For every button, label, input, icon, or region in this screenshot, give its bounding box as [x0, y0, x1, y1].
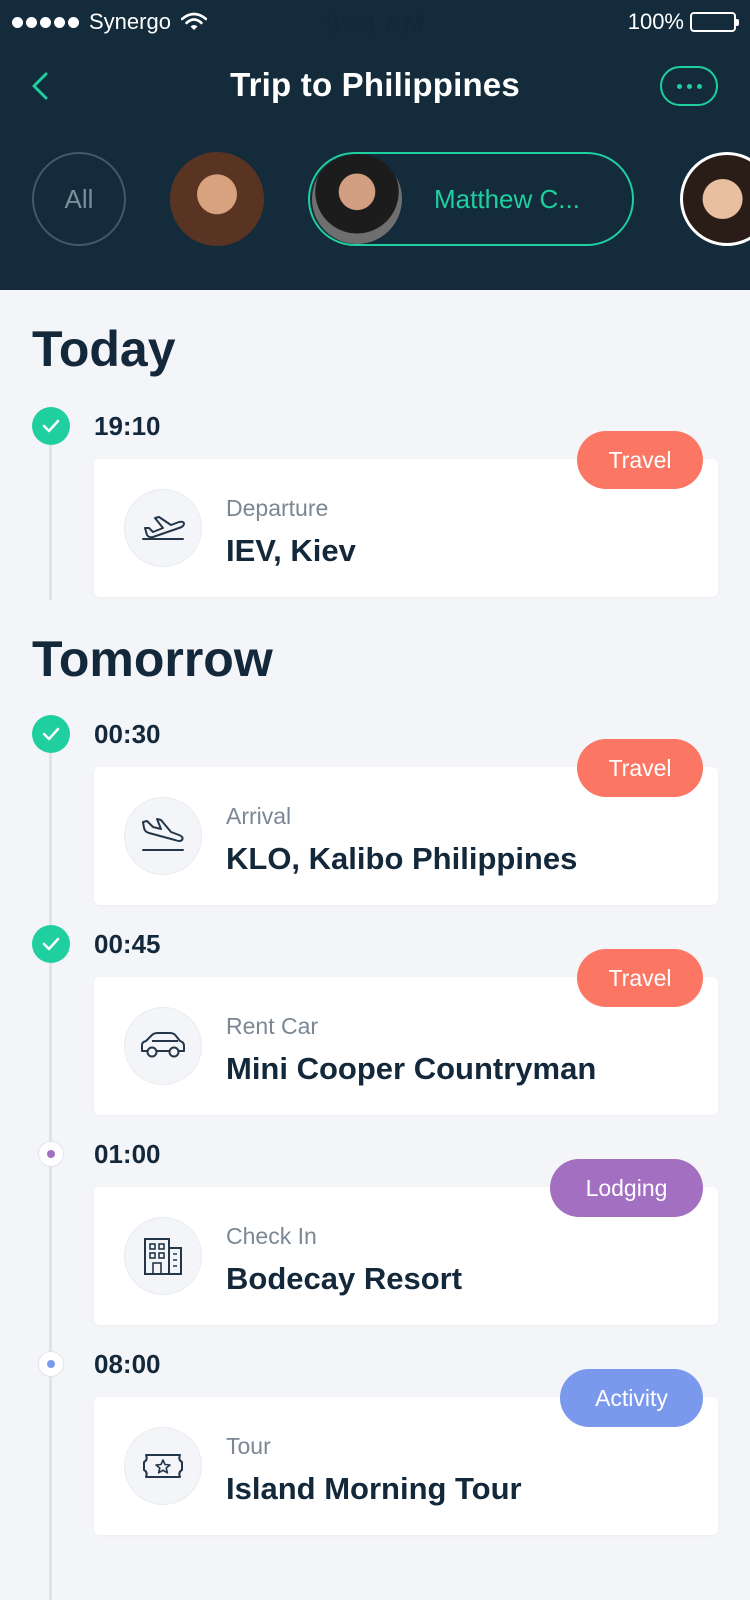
selected-person-name: Matthew C... — [434, 184, 580, 214]
section-title-tomorrow: Tomorrow — [32, 631, 273, 687]
event-label: Rent Car — [226, 1013, 319, 1039]
plane-arrival-icon — [124, 797, 202, 875]
event-title: Bodecay Resort — [226, 1261, 463, 1296]
event-label: Arrival — [226, 803, 292, 829]
event-title: KLO, Kalibo Philippines — [226, 841, 578, 876]
car-icon — [124, 1007, 202, 1085]
event-title: IEV, Kiev — [226, 533, 356, 568]
avatar — [312, 154, 402, 244]
status-bar: Synergo 9:41 AM 100% — [0, 0, 750, 44]
travel-tag: Travel — [577, 431, 703, 489]
hotel-icon — [124, 1217, 202, 1295]
lodging-tag: Lodging — [550, 1159, 703, 1217]
avatar[interactable] — [680, 152, 750, 246]
event-title: Mini Cooper Countryman — [226, 1051, 597, 1086]
timeline-line — [49, 424, 52, 600]
app-header: Synergo 9:41 AM 100% Trip to Philippines… — [0, 0, 750, 290]
battery-icon — [690, 12, 739, 32]
timeline-dot — [38, 1141, 64, 1167]
event-label: Check In — [226, 1223, 317, 1249]
event-label: Departure — [226, 495, 329, 521]
filter-all-button[interactable]: All — [32, 152, 126, 246]
event-time: 00:30 — [94, 719, 161, 749]
battery-percent: 100% — [627, 9, 684, 34]
avatar[interactable] — [170, 152, 264, 246]
event-label: Tour — [226, 1433, 271, 1459]
ticket-icon — [124, 1427, 202, 1505]
people-filter: All Matthew C... — [0, 150, 750, 246]
section-title-today: Today — [32, 321, 176, 377]
timeline-dot — [38, 1351, 64, 1377]
check-icon — [32, 407, 70, 445]
event-title: Island Morning Tour — [226, 1471, 522, 1506]
check-icon — [32, 925, 70, 963]
event-time: 00:45 — [94, 929, 161, 959]
activity-tag: Activity — [560, 1369, 703, 1427]
travel-tag: Travel — [577, 739, 703, 797]
travel-tag: Travel — [577, 949, 703, 1007]
event-time: 01:00 — [94, 1139, 161, 1169]
nav-bar: Trip to Philippines — [0, 56, 750, 116]
event-time: 19:10 — [94, 411, 161, 441]
more-options-button[interactable] — [660, 66, 718, 106]
page-title: Trip to Philippines — [230, 66, 520, 103]
check-icon — [32, 715, 70, 753]
event-time: 08:00 — [94, 1349, 161, 1379]
plane-departure-icon — [124, 489, 202, 567]
selected-person-chip[interactable]: Matthew C... — [308, 152, 634, 246]
